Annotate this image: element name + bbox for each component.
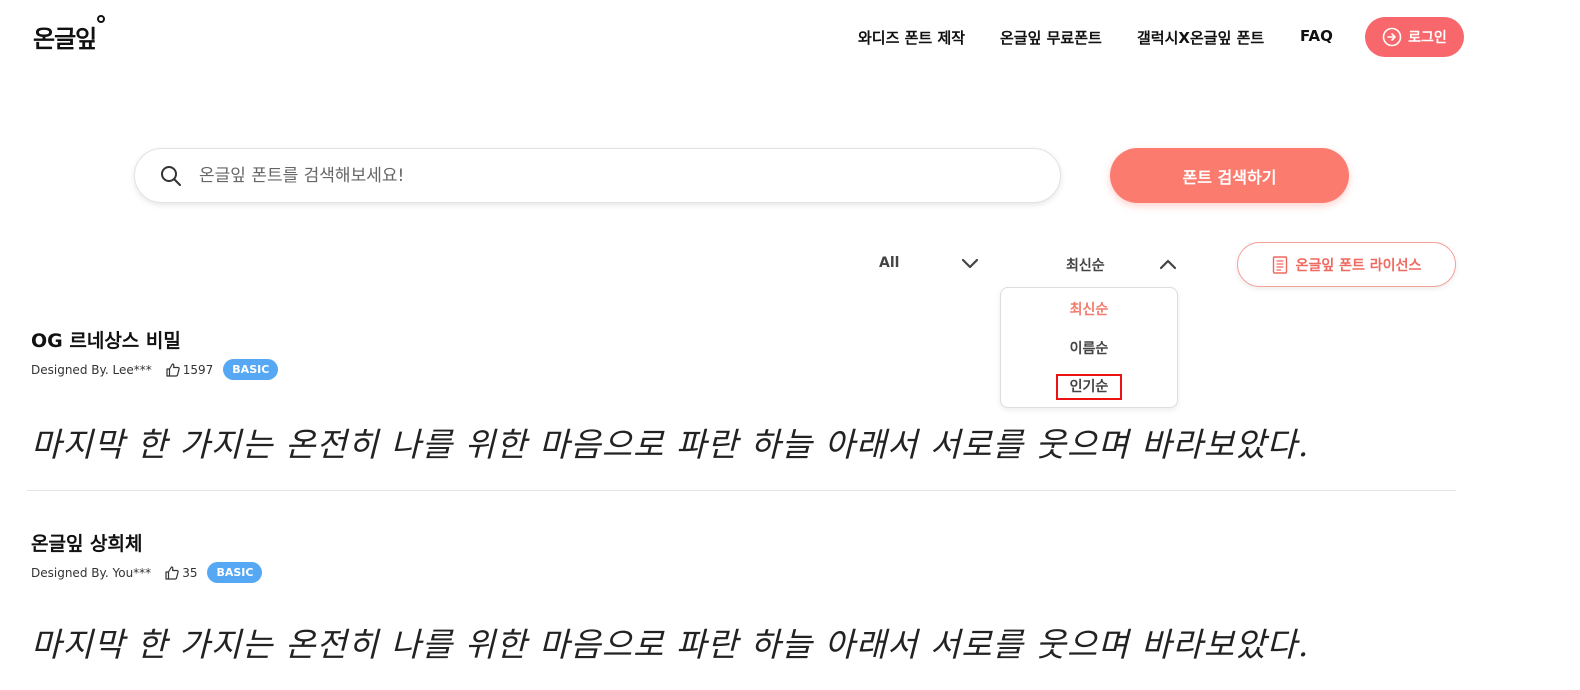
like-button[interactable]: 35 <box>165 566 197 580</box>
logo-dot <box>97 15 106 23</box>
license-label: 온글잎 폰트 라이선스 <box>1295 257 1422 274</box>
sort-option-label: 이름순 <box>1069 341 1109 357</box>
nav-wadiz-font[interactable]: 와디즈 폰트 제작 <box>858 27 965 48</box>
search-box <box>134 148 1061 203</box>
sort-option-label: 인기순 <box>1055 374 1123 400</box>
sort-option-label: 최신순 <box>1069 302 1109 318</box>
search-input[interactable] <box>199 165 1019 186</box>
login-icon <box>1382 27 1402 47</box>
nav-galaxy-font[interactable]: 갤럭시X온글잎 폰트 <box>1137 27 1264 48</box>
sort-dropdown: 최신순 이름순 인기순 <box>1000 287 1178 408</box>
sort-option-popular[interactable]: 인기순 <box>1001 374 1177 400</box>
basic-badge: BASIC <box>223 359 279 380</box>
like-count: 35 <box>182 565 198 580</box>
chevron-up-icon[interactable] <box>1158 256 1178 272</box>
thumbs-up-icon <box>165 565 179 580</box>
login-button[interactable]: 로그인 <box>1365 17 1464 57</box>
category-filter[interactable]: All <box>879 255 899 271</box>
designer-label: Designed By. Lee*** <box>31 362 152 377</box>
license-button[interactable]: 온글잎 폰트 라이선스 <box>1237 242 1456 287</box>
nav-free-font[interactable]: 온글잎 무료폰트 <box>1000 27 1102 48</box>
font-preview: 마지막 한 가지는 온전히 나를 위한 마음으로 파란 하늘 아래서 서로를 웃… <box>31 425 1310 464</box>
login-label: 로그인 <box>1408 30 1447 46</box>
like-count: 1597 <box>182 362 214 377</box>
divider <box>27 490 1456 491</box>
font-meta: Designed By. Lee*** 1597 BASIC <box>31 359 279 380</box>
font-title[interactable]: OG 르네상스 비밀 <box>31 326 181 353</box>
thumbs-up-icon <box>166 362 180 377</box>
font-meta: Designed By. You*** 35 BASIC <box>31 562 263 583</box>
chevron-down-icon[interactable] <box>960 256 980 272</box>
search-button[interactable]: 폰트 검색하기 <box>1110 148 1349 203</box>
font-title[interactable]: 온글잎 상희체 <box>31 529 143 556</box>
document-icon <box>1272 255 1287 274</box>
sort-filter[interactable]: 최신순 <box>1066 255 1105 275</box>
font-preview: 마지막 한 가지는 온전히 나를 위한 마음으로 파란 하늘 아래서 서로를 웃… <box>31 625 1310 664</box>
sort-option-name[interactable]: 이름순 <box>1001 338 1177 358</box>
nav-faq[interactable]: FAQ <box>1300 27 1333 45</box>
like-button[interactable]: 1597 <box>166 362 214 377</box>
sort-option-latest[interactable]: 최신순 <box>1001 299 1177 319</box>
logo[interactable]: 온글잎 <box>33 15 106 54</box>
basic-badge: BASIC <box>207 562 263 583</box>
search-icon <box>161 165 181 186</box>
logo-text: 온글잎 <box>33 25 97 53</box>
designer-label: Designed By. You*** <box>31 565 152 580</box>
